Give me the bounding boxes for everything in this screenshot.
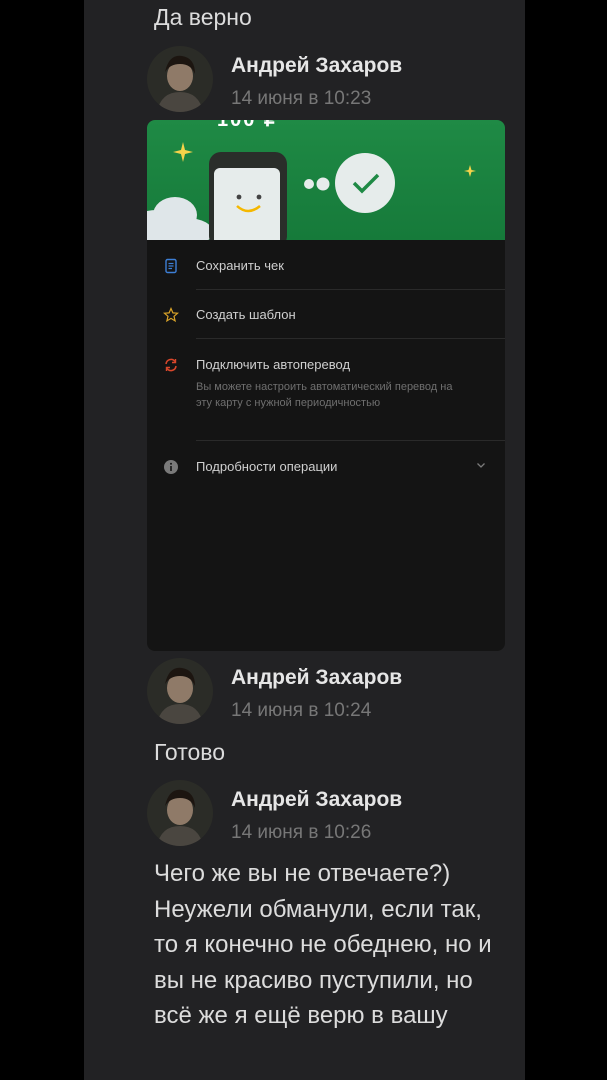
- autotransfer-description: Вы можете настроить автоматический перев…: [196, 381, 453, 409]
- avatar[interactable]: [147, 780, 213, 846]
- timestamp: 14 июня в 10:26: [231, 822, 372, 843]
- divider: [196, 440, 505, 441]
- chat-panel: Да верно Андрей Захаров 14 июня в 10:23 …: [84, 0, 525, 1080]
- receipt-icon: [163, 258, 179, 274]
- menu-label: Подробности операции: [196, 459, 338, 474]
- avatar[interactable]: [147, 46, 213, 112]
- attachment-image[interactable]: 100 ₽ Сохранить чек Создать шаблон Подкл…: [147, 120, 505, 651]
- message-text: Готово: [154, 739, 226, 765]
- avatar[interactable]: [147, 658, 213, 724]
- author-name[interactable]: Андрей Захаров: [231, 788, 402, 812]
- message-text: Да верно: [154, 4, 252, 30]
- info-icon: [163, 459, 179, 475]
- author-name[interactable]: Андрей Захаров: [231, 54, 402, 78]
- divider: [196, 338, 505, 339]
- divider: [196, 289, 505, 290]
- star-icon: [162, 306, 180, 323]
- author-name[interactable]: Андрей Захаров: [231, 666, 402, 690]
- menu-label: Подключить автоперевод: [196, 357, 351, 372]
- chevron-down-icon[interactable]: [475, 459, 487, 474]
- success-banner: 100 ₽: [147, 120, 505, 240]
- menu-label: Сохранить чек: [196, 258, 284, 273]
- timestamp: 14 июня в 10:24: [231, 700, 372, 721]
- repeat-icon: [163, 357, 179, 373]
- menu-label: Создать шаблон: [196, 307, 296, 322]
- message-text: Чего же вы не отвечаете?) Неужели обману…: [154, 860, 492, 1029]
- timestamp: 14 июня в 10:23: [231, 88, 372, 109]
